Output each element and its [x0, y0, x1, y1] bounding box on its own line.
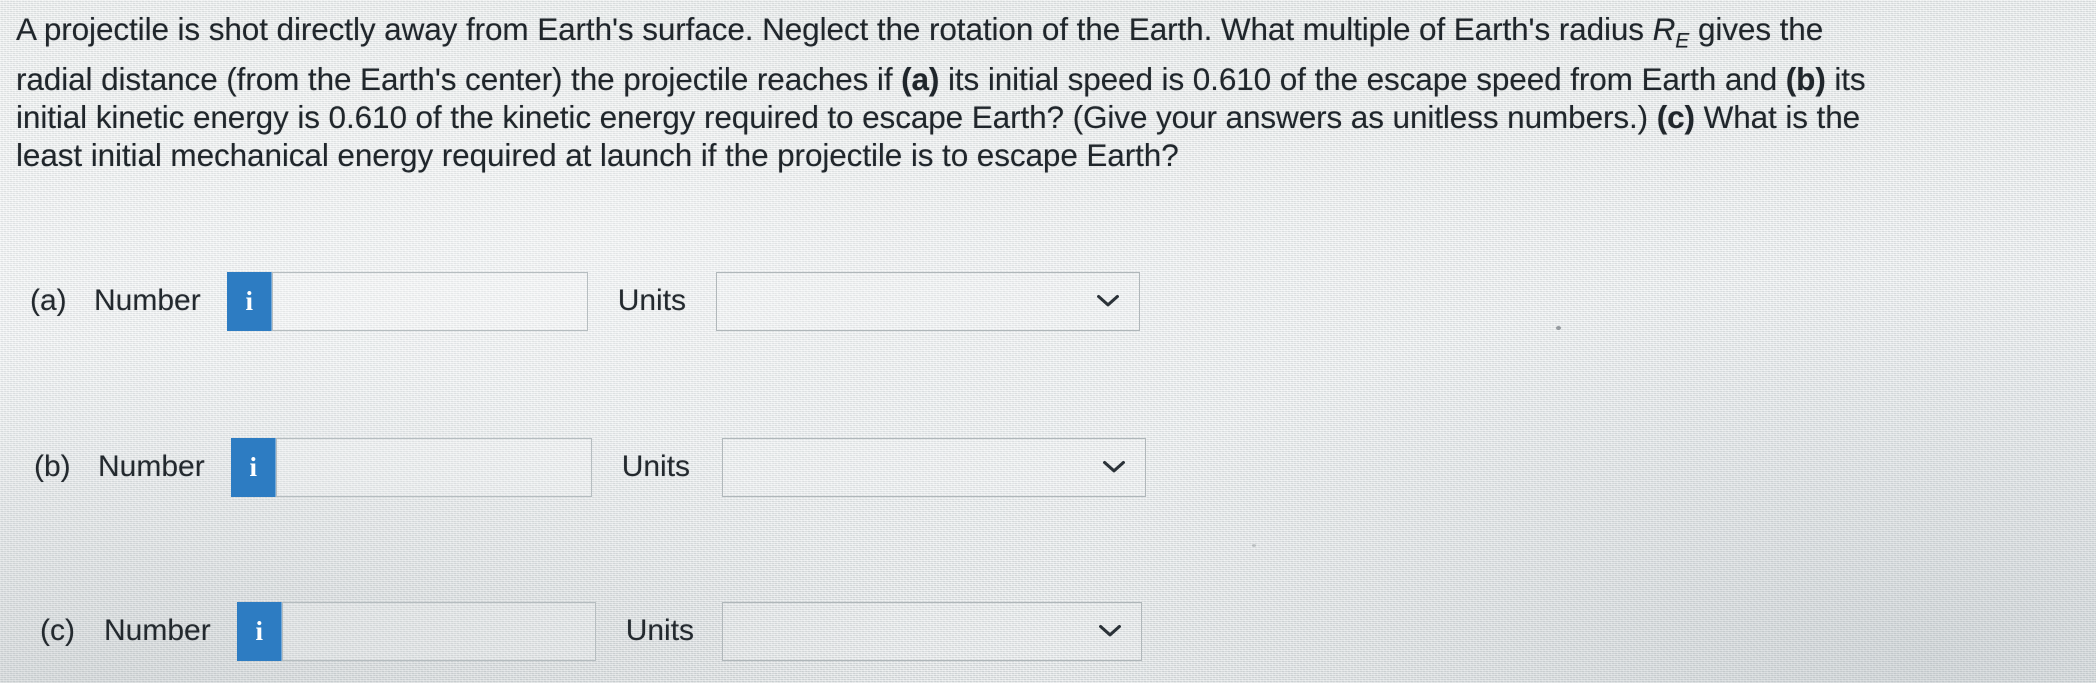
number-label-a: Number — [94, 284, 201, 317]
question-line-3-part-b: What is the — [1694, 99, 1861, 136]
units-select-a[interactable] — [716, 271, 1141, 331]
number-label-b: Number — [98, 450, 205, 483]
chevron-down-icon — [1103, 460, 1126, 474]
units-label-c: Units — [625, 614, 695, 647]
question-line-1: A projectile is shot directly away from … — [16, 10, 2086, 60]
question-line-1-part-a: A projectile is shot directly away from … — [16, 11, 1653, 47]
part-label-c: (c) — [40, 614, 75, 647]
info-icon-button-c[interactable]: i — [236, 601, 282, 661]
units-label-a: Units — [617, 284, 687, 317]
number-label-c: Number — [104, 614, 211, 647]
part-tag-b: (b) — [1785, 61, 1826, 98]
chevron-down-icon — [1099, 624, 1122, 638]
chevron-down-icon — [1097, 294, 1120, 308]
question-line-1-part-b: gives the — [1689, 11, 1824, 47]
number-input-group-a: i — [226, 271, 588, 331]
answer-row-c: (c) Number i Units — [0, 594, 1143, 668]
photo-speck — [1556, 326, 1561, 330]
question-line-2: radial distance (from the Earth's center… — [16, 60, 2086, 98]
question-line-2-part-c: its — [1825, 61, 1866, 98]
part-label-b: (b) — [34, 450, 71, 483]
answer-row-a: (a) Number i Units — [0, 264, 1141, 338]
answer-row-b: (b) Number i Units — [0, 430, 1147, 504]
part-tag-a: (a) — [901, 61, 940, 98]
info-icon: i — [249, 451, 257, 482]
info-icon-button-a[interactable]: i — [226, 271, 272, 331]
number-input-b[interactable] — [275, 437, 592, 497]
part-tag-c: (c) — [1656, 99, 1695, 136]
info-icon: i — [245, 285, 253, 316]
part-label-a: (a) — [30, 284, 67, 317]
question-line-2-part-b: its initial speed is 0.610 of the escape… — [939, 61, 1786, 98]
question-line-2-part-a: radial distance (from the Earth's center… — [16, 61, 902, 98]
earth-radius-subscript: E — [1675, 29, 1690, 53]
number-input-group-c: i — [236, 601, 596, 661]
number-input-group-b: i — [230, 437, 592, 497]
units-select-b[interactable] — [722, 437, 1147, 497]
question-line-3: initial kinetic energy is 0.610 of the k… — [16, 98, 2086, 136]
units-select-c[interactable] — [722, 601, 1143, 661]
info-icon: i — [255, 615, 263, 646]
number-input-c[interactable] — [281, 601, 596, 661]
number-input-a[interactable] — [271, 271, 588, 331]
info-icon-button-b[interactable]: i — [230, 437, 276, 497]
question-line-3-part-a: initial kinetic energy is 0.610 of the k… — [16, 99, 1657, 136]
question-line-4: least initial mechanical energy required… — [16, 137, 1179, 174]
earth-radius-symbol: R — [1652, 11, 1676, 47]
photo-speck — [1252, 544, 1256, 547]
question-text: A projectile is shot directly away from … — [16, 10, 2086, 174]
units-label-b: Units — [621, 450, 691, 483]
